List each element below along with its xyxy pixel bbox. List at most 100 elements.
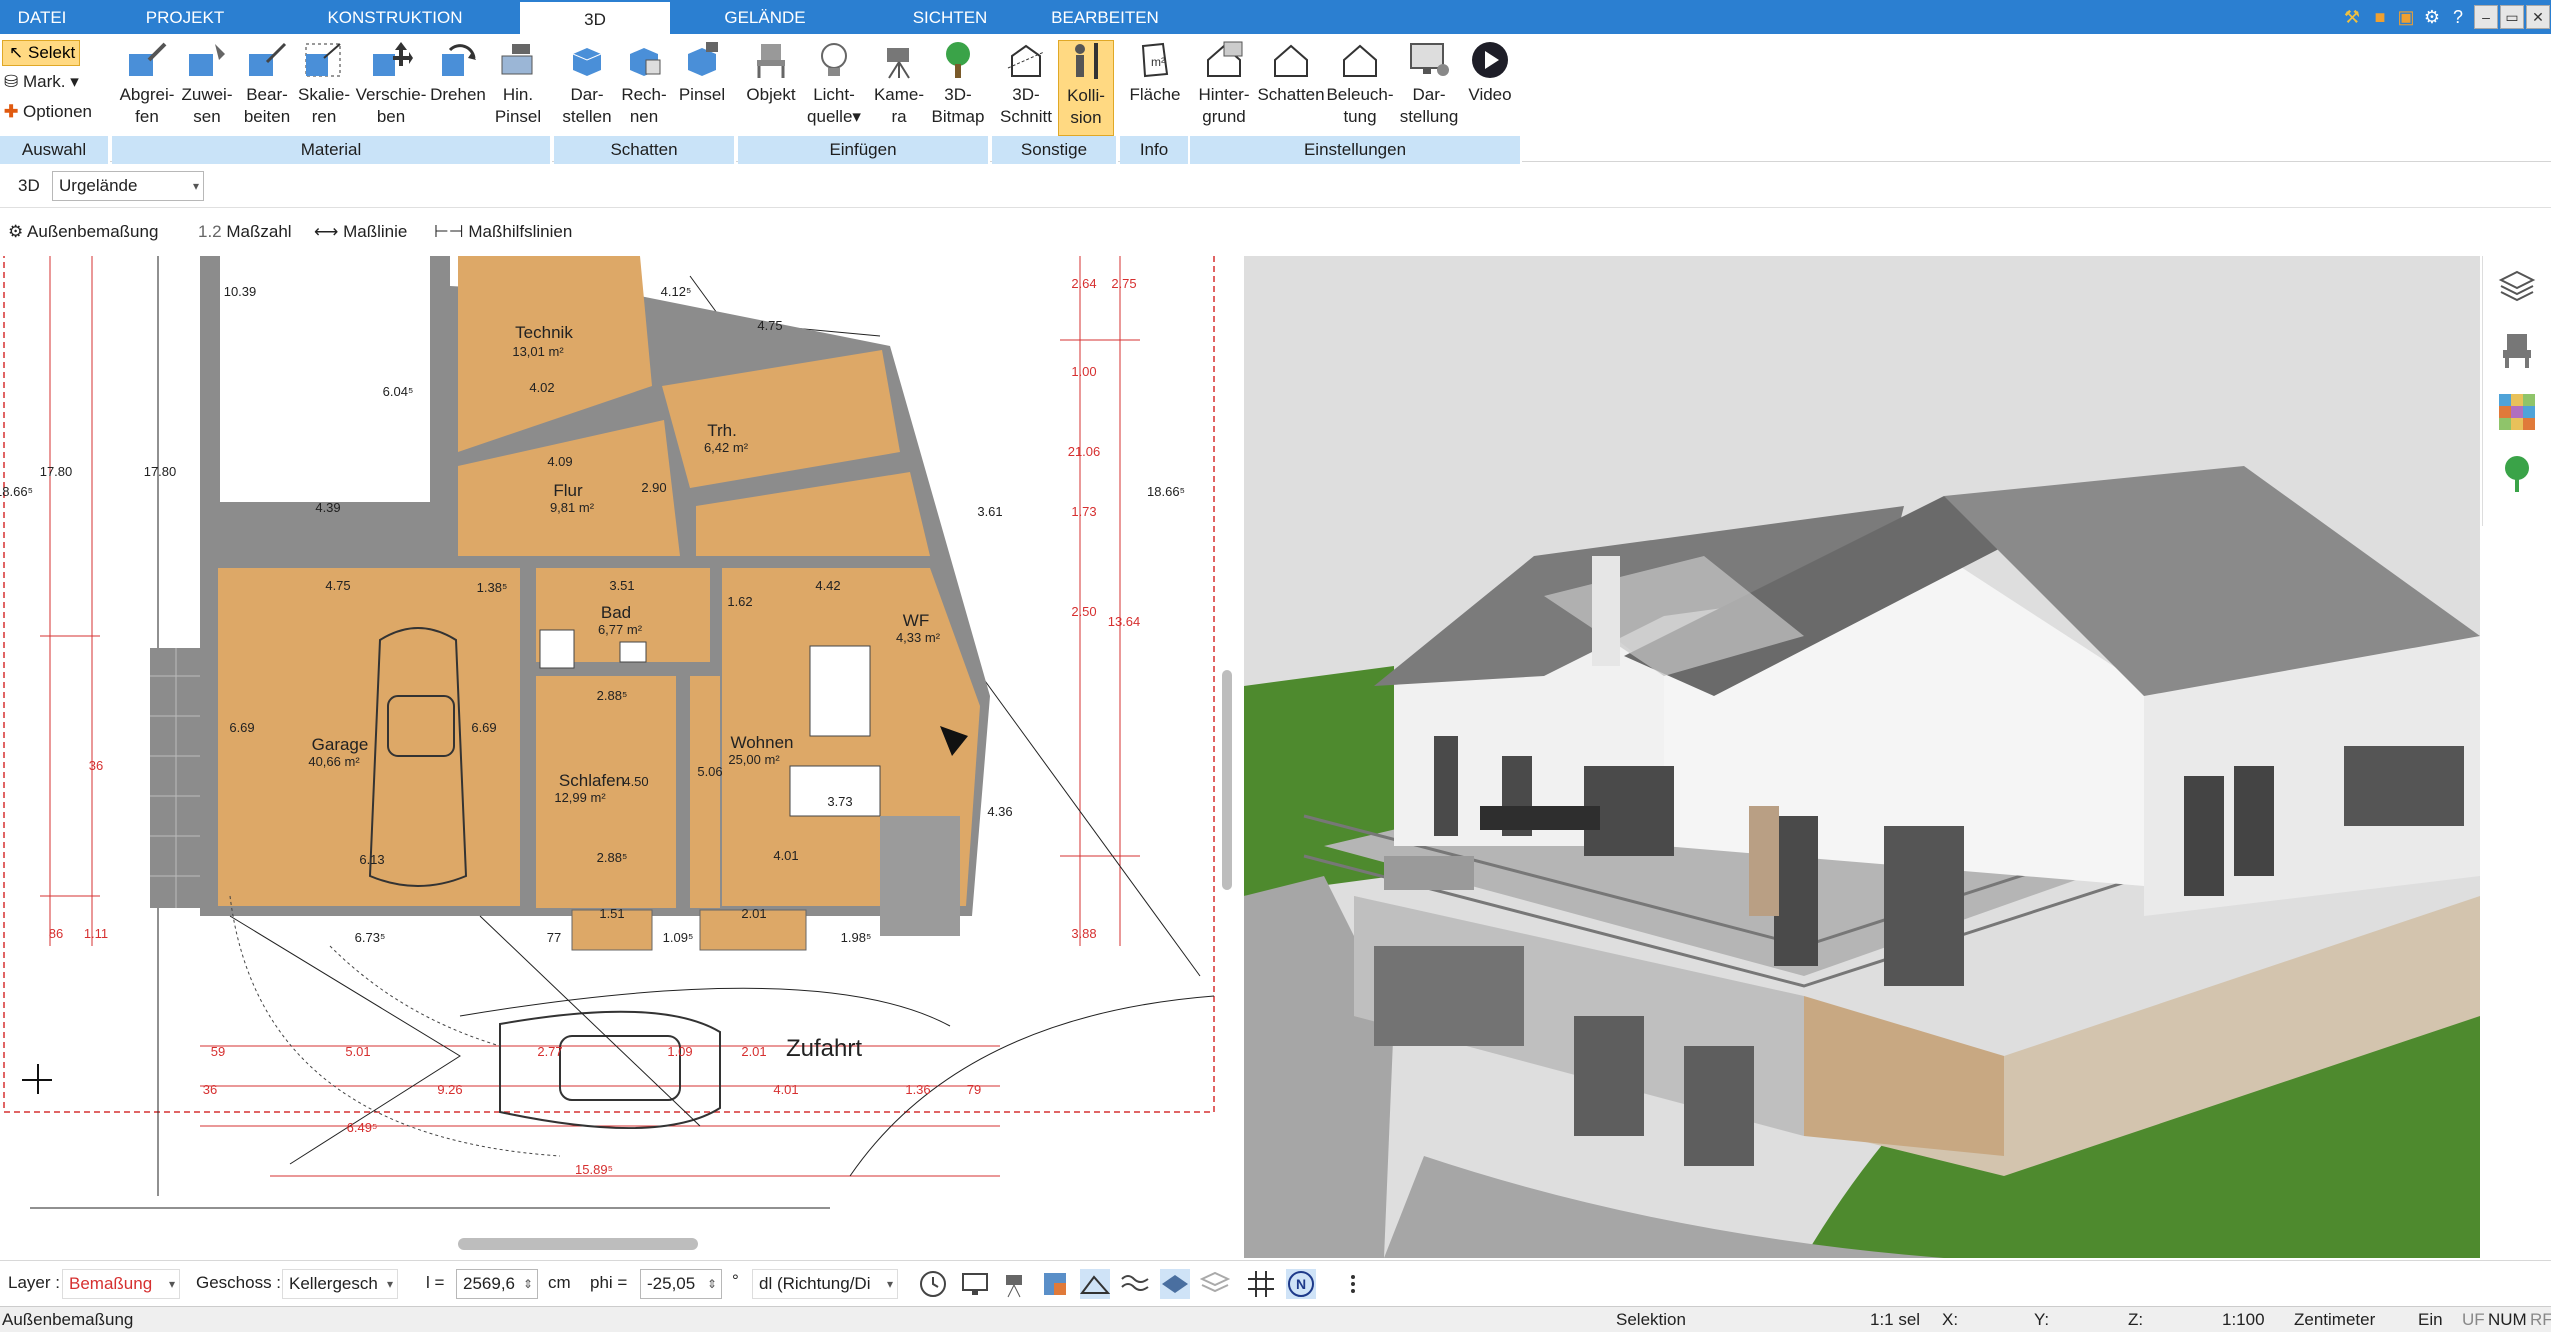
video-button[interactable]: Video (1462, 40, 1518, 136)
status-uf: UF (2462, 1310, 2485, 1329)
3d-schnitt-button[interactable]: 3D- Schnitt (996, 40, 1056, 136)
window-icon[interactable]: ▣ (2394, 5, 2418, 29)
dimension-toolbar: ⚙ Außenbemaßung 1.2 Maßzahl ⟷ Maßlinie ⊢… (0, 208, 1240, 256)
btn-l2: sion (1070, 108, 1102, 127)
tab-projekt[interactable]: PROJEKT (100, 0, 270, 34)
dim-label: 6.04⁵ (383, 384, 414, 399)
dim-label: 2.75 (1111, 276, 1136, 291)
kamera-button[interactable]: Kame-ra (868, 40, 930, 136)
tab-3d[interactable]: 3D (520, 0, 670, 34)
dim-label: 6.69 (229, 720, 254, 735)
selekt-button[interactable]: ↖ Selekt (2, 40, 80, 66)
optionen-button[interactable]: ✚ Optionen (4, 100, 92, 124)
tab-datei[interactable]: DATEI (0, 0, 84, 34)
beleuchtung-button[interactable]: Beleuch-tung (1326, 40, 1394, 136)
plane-icon[interactable] (1160, 1269, 1190, 1299)
l-input[interactable]: 2569,6 ⇕ (456, 1269, 538, 1299)
hintergrund-button[interactable]: Hinter-grund (1194, 40, 1254, 136)
dim-label: 36 (89, 758, 103, 773)
layers-icon[interactable] (2497, 268, 2537, 308)
dim-label: 3.73 (827, 794, 852, 809)
room-wohnen: Wohnen (730, 733, 793, 752)
3d-view[interactable] (1244, 256, 2480, 1258)
lichtquelle-button[interactable]: Licht-quelle▾ (802, 40, 866, 136)
minimize-button[interactable]: – (2474, 5, 2498, 29)
dim-label: 3.61 (977, 504, 1002, 519)
north-icon[interactable]: N (1286, 1269, 1316, 1299)
darstellung-button[interactable]: Dar-stellung (1396, 40, 1462, 136)
monitor-icon[interactable] (960, 1269, 990, 1299)
drehen-button[interactable]: Drehen (428, 40, 488, 136)
dim-label: 1.09⁵ (663, 930, 694, 945)
more-vertical-icon[interactable] (1338, 1269, 1368, 1299)
masszahl-prefix: 1.2 (198, 222, 222, 241)
btn-l2: grund (1202, 107, 1246, 126)
aussenbemassung-button[interactable]: ⚙ Außenbemaßung (8, 222, 158, 242)
texture-icon[interactable] (1040, 1269, 1070, 1299)
masshilfslinien-button[interactable]: ⊢⊣ Maßhilfslinien (434, 222, 572, 242)
masszahl-button[interactable]: 1.2 Maßzahl (198, 222, 292, 242)
abgreifen-button[interactable]: Abgrei-fen (116, 40, 178, 136)
help-icon[interactable]: ? (2446, 5, 2470, 29)
group-einfuegen: Einfügen (738, 136, 990, 164)
stepper-icon[interactable]: ⇕ (523, 1270, 533, 1298)
furniture-chair-icon[interactable] (2497, 330, 2537, 370)
dim-label: 4.12⁵ (661, 284, 692, 299)
hin-pinsel-button[interactable]: Hin. Pinsel (488, 40, 548, 136)
terrain-select[interactable]: Urgelände ▾ (52, 171, 204, 201)
tab-sichten[interactable]: SICHTEN (870, 0, 1030, 34)
dim-label: 2.01 (741, 1044, 766, 1059)
schatten-pinsel-button[interactable]: Pinsel (674, 40, 730, 136)
verschieben-button[interactable]: Verschie-ben (354, 40, 428, 136)
layers-stack-icon[interactable] (1200, 1269, 1230, 1299)
chair-icon (757, 44, 785, 78)
tree-plants-icon[interactable] (2497, 454, 2537, 494)
geschoss-select[interactable]: Kellergesch ▾ (282, 1269, 398, 1299)
tools-icon[interactable]: ⚒ (2340, 5, 2364, 29)
camera-icon (887, 48, 910, 79)
layer-select[interactable]: Bemaßung ▾ (62, 1269, 180, 1299)
status-mode: Selektion (1616, 1310, 1686, 1329)
btn-l1: Skalie- (298, 85, 350, 104)
camera-small-icon[interactable] (1000, 1269, 1030, 1299)
mark-button[interactable]: ⛁ Mark. ▾ (4, 70, 79, 94)
schatten-darstellen-button[interactable]: Dar-stellen (558, 40, 616, 136)
skalieren-button[interactable]: Skalie-ren (296, 40, 352, 136)
tab-bearbeiten[interactable]: BEARBEITEN (1040, 0, 1170, 34)
help-book-icon[interactable]: ■ (2368, 5, 2392, 29)
dimension-line-icon: ⟷ (314, 222, 339, 241)
plan-horizontal-scrollbar[interactable] (458, 1238, 698, 1250)
chevron-down-icon: ▾ (168, 1277, 175, 1291)
dim-label: 3.51 (609, 578, 634, 593)
flaeche-button[interactable]: m² Fläche (1124, 40, 1186, 136)
schatten-einstellung-button[interactable]: Schatten (1256, 40, 1326, 136)
tab-konstruktion[interactable]: KONSTRUKTION (300, 0, 490, 34)
phi-input[interactable]: -25,05 ⇕ (640, 1269, 722, 1299)
3d-bitmap-button[interactable]: 3D- Bitmap (930, 40, 986, 136)
plan-vertical-scrollbar[interactable] (1222, 670, 1232, 890)
close-button[interactable]: ✕ (2526, 5, 2550, 29)
room-flur-area: 9,81 m² (550, 500, 595, 515)
dim-label: 36 (203, 1082, 217, 1097)
btn-l1: Zuwei- (181, 85, 233, 104)
stepper-icon[interactable]: ⇕ (707, 1270, 717, 1298)
selekt-label: Selekt (27, 43, 76, 62)
tab-gelaende[interactable]: GELÄNDE (690, 0, 840, 34)
kollision-button[interactable]: Kolli-sion (1058, 40, 1114, 136)
clock-icon[interactable] (918, 1269, 948, 1299)
terrain-shape-icon[interactable] (1080, 1269, 1110, 1299)
settings-icon[interactable]: ⚙ (2420, 5, 2444, 29)
restore-button[interactable]: ▭ (2500, 5, 2524, 29)
objekt-button[interactable]: Objekt (742, 40, 800, 136)
schatten-rechnen-button[interactable]: Rech-nen (616, 40, 672, 136)
masslinie-button[interactable]: ⟷ Maßlinie (314, 222, 407, 242)
waves-icon[interactable] (1120, 1269, 1150, 1299)
materials-palette-icon[interactable] (2497, 392, 2537, 432)
grid-icon[interactable] (1246, 1269, 1276, 1299)
dl-select[interactable]: dl (Richtung/Di ▾ (752, 1269, 898, 1299)
floor-plan-view[interactable]: Technik 13,01 m² Flur 9,81 m² Trh. 6,42 … (0, 256, 1222, 1240)
dim-label: 6.73⁵ (355, 930, 386, 945)
bearbeiten-material-button[interactable]: Bear-beiten (236, 40, 298, 136)
zuweisen-button[interactable]: Zuwei-sen (178, 40, 236, 136)
btn-l2: Schnitt (1000, 107, 1052, 126)
